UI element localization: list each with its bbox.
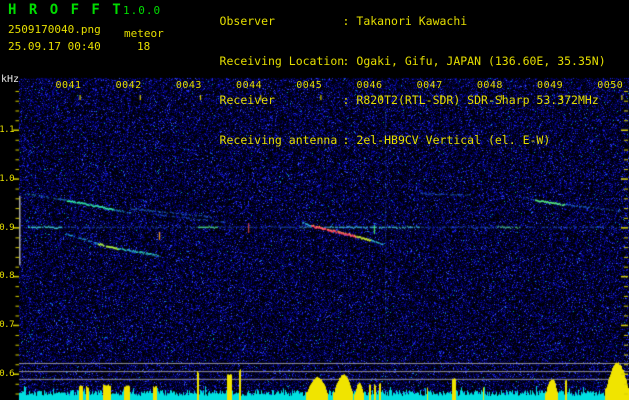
time-label-0050: 0050 bbox=[597, 80, 624, 91]
info-label: Receiver bbox=[219, 93, 275, 108]
info-row-observer: Observer: Takanori Kawachi bbox=[178, 2, 606, 42]
time-label-0041: 0041 bbox=[55, 80, 82, 91]
app-title: H R O F F T bbox=[8, 2, 123, 18]
info-separator: : bbox=[342, 93, 357, 108]
time-label-0042: 0042 bbox=[115, 80, 142, 91]
info-row-location: Receiving Location: Ogaki, Gifu, JAPAN (… bbox=[178, 42, 606, 82]
hrofft-window: H R O F F T 1.0.0 2509170040.png meteor … bbox=[0, 0, 629, 400]
info-value: Takanori Kawachi bbox=[356, 14, 468, 29]
info-row-antenna: Receiving antenna: 2el-HB9CV Vertical (e… bbox=[178, 121, 606, 161]
time-label-0046: 0046 bbox=[356, 80, 383, 91]
output-filename: 2509170040.png bbox=[8, 23, 101, 36]
info-label: Observer bbox=[219, 14, 275, 29]
observation-mode: meteor bbox=[124, 27, 164, 40]
info-separator: : bbox=[342, 133, 357, 148]
time-label-0045: 0045 bbox=[296, 80, 323, 91]
app-version: 1.0.0 bbox=[123, 4, 162, 17]
freq-label-1.0: 1.0 bbox=[0, 173, 15, 184]
time-label-0049: 0049 bbox=[537, 80, 564, 91]
info-separator: : bbox=[342, 14, 357, 29]
freq-axis-unit: kHz bbox=[1, 74, 20, 85]
time-label-0043: 0043 bbox=[175, 80, 202, 91]
freq-label-1.1: 1.1 bbox=[0, 125, 15, 135]
observation-datetime: 25.09.17 00:40 bbox=[8, 40, 101, 53]
echo-count: 18 bbox=[137, 40, 151, 53]
info-label: Receiving antenna bbox=[219, 133, 338, 148]
time-label-0044: 0044 bbox=[236, 80, 263, 91]
info-value: Ogaki, Gifu, JAPAN (136.60E, 35.35N) bbox=[356, 53, 606, 68]
freq-label-0.7: 0.7 bbox=[0, 320, 15, 331]
time-label-0048: 0048 bbox=[476, 80, 503, 91]
time-label-0047: 0047 bbox=[416, 80, 443, 91]
info-value: 2el-HB9CV Vertical (el. E-W) bbox=[356, 133, 551, 148]
info-value: R820T2(RTL-SDR) SDR-Sharp 53.372MHz bbox=[356, 93, 599, 108]
freq-label-0.8: 0.8 bbox=[0, 271, 15, 282]
freq-label-0.6: 0.6 bbox=[0, 369, 15, 379]
info-label: Receiving Location bbox=[219, 53, 345, 68]
info-separator: : bbox=[342, 53, 357, 68]
freq-label-0.9: 0.9 bbox=[0, 222, 15, 233]
